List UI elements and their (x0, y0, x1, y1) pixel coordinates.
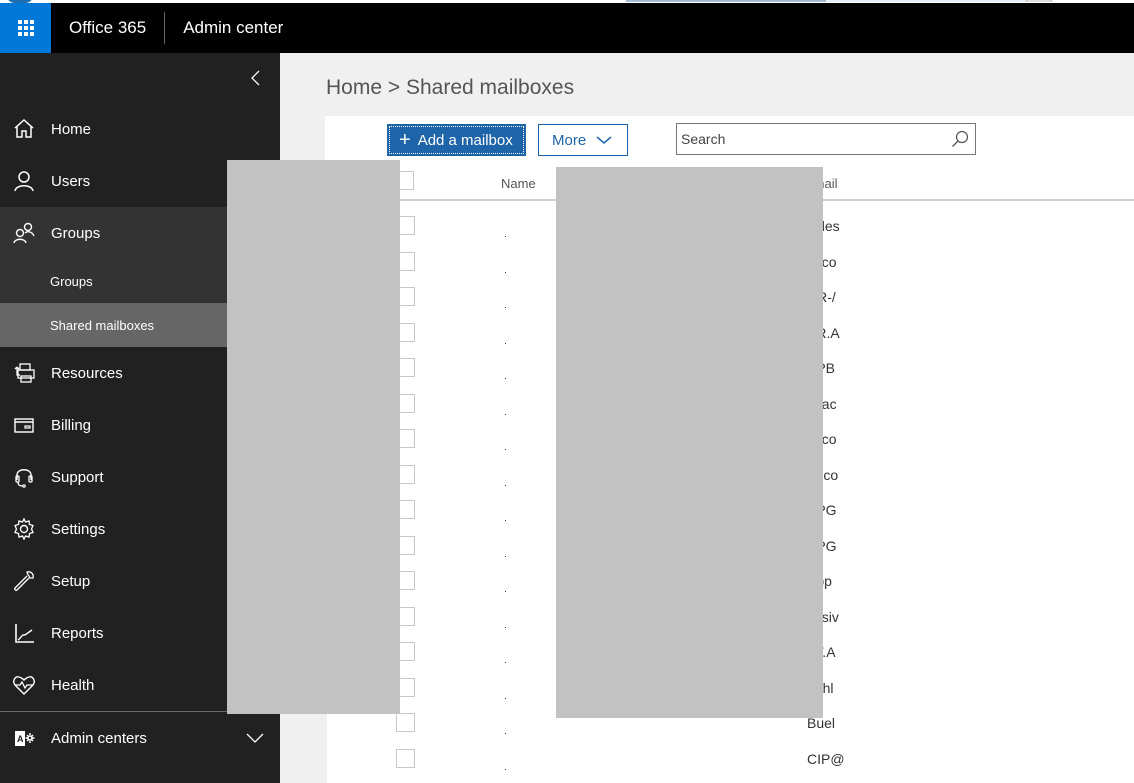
nav-label: Support (51, 468, 104, 486)
table-row[interactable]: CIP@ (387, 742, 1134, 778)
plus-icon: + (399, 129, 411, 151)
suite-bar: Office 365 Admin center (0, 3, 1134, 53)
nav-label: Home (51, 120, 92, 138)
home-icon (14, 118, 34, 138)
nav-label: Settings (51, 520, 106, 538)
name-cell-fragment (505, 520, 506, 521)
name-cell-fragment (505, 484, 506, 486)
app-launcher-button[interactable] (0, 3, 51, 53)
name-cell-fragment (505, 697, 506, 699)
nav-label: Reports (51, 624, 104, 642)
nav-label: Users (51, 172, 91, 190)
search-icon[interactable] (951, 130, 969, 148)
name-cell-fragment (505, 768, 506, 770)
app-title: Admin center (183, 18, 284, 37)
nav-label: Setup (51, 572, 91, 590)
browser-new-tab[interactable] (1026, 0, 1052, 2)
redacted-email-column (556, 167, 823, 718)
more-button[interactable]: More (538, 124, 628, 156)
name-cell-fragment (505, 733, 506, 734)
email-cell: CIP@ (807, 750, 845, 767)
breadcrumb-home-link[interactable]: Home (326, 76, 382, 99)
nav-item-admin-centers[interactable]: A Admin centers (0, 712, 280, 764)
brand-link[interactable]: Office 365 (51, 18, 164, 38)
add-mailbox-label: Add a mailbox (417, 131, 513, 149)
nav-label: Groups (51, 224, 101, 242)
headset-icon (15, 469, 33, 488)
name-cell-fragment (505, 307, 506, 308)
breadcrumb-separator: > (387, 76, 401, 99)
chevron-down-icon (246, 733, 264, 743)
collapse-nav-button[interactable] (244, 67, 268, 91)
search-box (676, 123, 976, 155)
waffle-icon (17, 20, 34, 36)
gear-icon (14, 517, 34, 541)
wrench-icon (14, 571, 34, 591)
name-cell-fragment (505, 236, 506, 237)
redacted-name-column (227, 160, 400, 714)
name-cell-fragment (505, 271, 506, 273)
admin-centers-icon: A (15, 731, 35, 746)
nav-label: Admin centers (51, 729, 147, 747)
name-cell-fragment (505, 662, 506, 663)
nav-item-home[interactable]: Home (0, 103, 280, 155)
browser-tab[interactable] (826, 0, 1026, 2)
search-input[interactable] (677, 125, 937, 153)
groups-icon (13, 222, 35, 244)
billing-icon (14, 418, 34, 433)
nav-label: Resources (51, 364, 123, 382)
name-cell-fragment (505, 342, 506, 344)
add-mailbox-button[interactable]: + Add a mailbox (387, 124, 526, 156)
resources-icon (14, 363, 35, 383)
name-cell-fragment (505, 413, 506, 415)
name-cell-fragment (505, 449, 506, 450)
breadcrumb-current: Shared mailboxes (405, 76, 575, 99)
nav-label: Health (51, 676, 95, 694)
heart-pulse-icon (13, 676, 35, 695)
row-checkbox[interactable] (396, 713, 415, 732)
name-cell-fragment (505, 555, 506, 557)
row-checkbox[interactable] (396, 748, 415, 768)
svg-text:A: A (17, 734, 24, 744)
name-cell-fragment (505, 626, 506, 628)
column-header-name[interactable]: Name (501, 176, 536, 191)
user-icon (14, 171, 34, 192)
browser-tab-active[interactable] (626, 0, 826, 2)
breadcrumb: Home > Shared mailboxes (326, 76, 574, 100)
name-cell-fragment (505, 378, 506, 379)
chevron-left-icon (251, 70, 260, 86)
nav-label: Billing (51, 416, 92, 434)
chevron-down-icon (596, 136, 612, 144)
chart-icon (15, 624, 34, 643)
more-label: More (552, 131, 587, 149)
name-cell-fragment (505, 591, 506, 592)
